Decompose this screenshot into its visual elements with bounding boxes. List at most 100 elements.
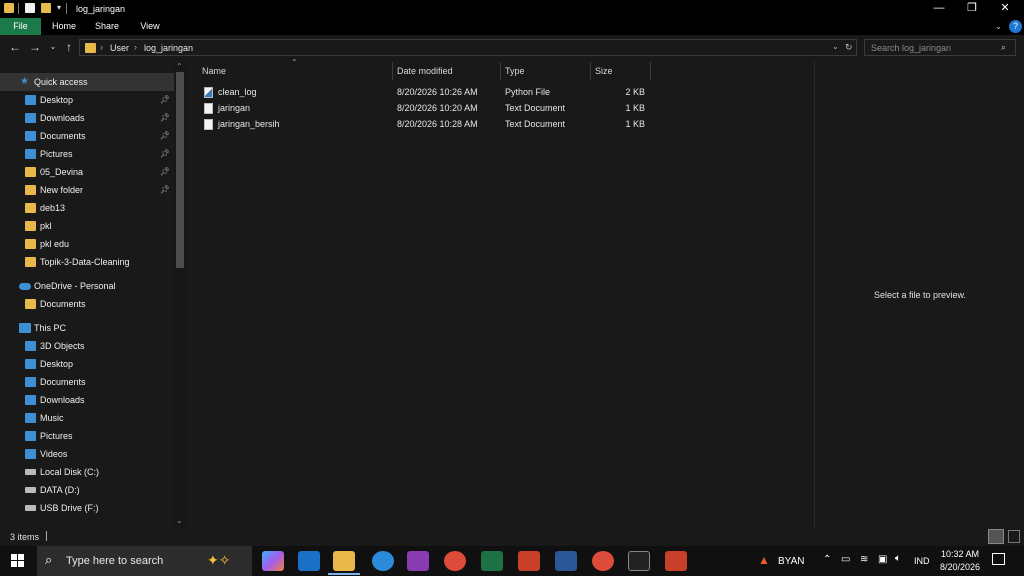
sidebar-item-topik-3-data-cleaning[interactable]: Topik-3-Data-Cleaning	[0, 253, 174, 271]
file-name[interactable]: clean_log	[218, 84, 257, 100]
sidebar-item-pictures[interactable]: Pictures	[0, 427, 174, 445]
column-header-name[interactable]: Name	[202, 62, 226, 80]
sidebar-item-downloads[interactable]: Downloads	[0, 391, 174, 409]
minimize-button[interactable]: —	[922, 0, 956, 18]
wifi-icon[interactable]: ≋	[860, 554, 868, 565]
volume-icon[interactable]: 🔈︎	[895, 553, 901, 564]
tab-file[interactable]: File	[0, 18, 41, 35]
breadcrumb-user[interactable]: User	[110, 43, 129, 53]
sidebar-item-this-pc[interactable]: This PC	[0, 319, 174, 337]
excel-icon[interactable]	[481, 551, 503, 571]
divider	[46, 531, 47, 541]
powerpoint-icon[interactable]	[518, 551, 540, 571]
sidebar-item-onedrive-documents[interactable]: Documents	[0, 295, 174, 313]
chevron-right-icon[interactable]: ›	[100, 42, 103, 52]
help-icon[interactable]: ?	[1009, 20, 1022, 33]
sidebar-item-data-d[interactable]: DATA (D:)	[0, 481, 174, 499]
sidebar-item-pkl-edu[interactable]: pkl edu	[0, 235, 174, 253]
sidebar-item-desktop[interactable]: Desktop	[0, 355, 174, 373]
expand-ribbon-icon[interactable]: ⌄	[995, 22, 1002, 31]
recent-locations-icon[interactable]: ⌄	[46, 40, 60, 54]
user-app-icon[interactable]: ▲	[758, 553, 770, 567]
column-header-date-modified[interactable]: Date modified	[397, 62, 453, 80]
file-explorer-icon[interactable]	[333, 551, 355, 571]
file-name[interactable]: jaringan_bersih	[218, 116, 280, 132]
sidebar-item-pictures[interactable]: Pictures 📌︎	[0, 145, 174, 163]
sidebar-item-desktop[interactable]: Desktop 📌︎	[0, 91, 174, 109]
tab-view[interactable]: View	[131, 18, 169, 35]
table-row[interactable]: jaringan 8/20/2026 10:20 AM Text Document 1…	[190, 100, 660, 116]
sidebar-item-usb-drive-f[interactable]: USB Drive (F:)	[0, 499, 174, 517]
sidebar-item-local-disk-c[interactable]: Local Disk (C:)	[0, 463, 174, 481]
pin-icon[interactable]: 📌︎	[160, 91, 170, 109]
restore-button[interactable]: ❐	[955, 0, 989, 18]
table-row[interactable]: clean_log 8/20/2026 10:26 AM Python File 2 …	[190, 84, 660, 100]
mail-icon[interactable]	[298, 551, 320, 571]
new-folder-icon[interactable]	[41, 3, 51, 13]
sidebar-item-documents[interactable]: Documents	[0, 373, 174, 391]
forward-arrow-icon[interactable]: →	[28, 40, 42, 54]
pin-icon[interactable]: 📌︎	[160, 181, 170, 199]
sidebar-item-music[interactable]: Music	[0, 409, 174, 427]
chrome-icon[interactable]	[444, 551, 466, 571]
large-icons-view-icon[interactable]	[1008, 530, 1020, 543]
sidebar-item-3d-objects[interactable]: 3D Objects	[0, 337, 174, 355]
terminal-icon[interactable]	[628, 551, 650, 571]
tab-home[interactable]: Home	[45, 18, 83, 35]
sidebar-item-new-folder[interactable]: New folder 📌︎	[0, 181, 174, 199]
winrar-icon[interactable]	[407, 551, 429, 571]
battery-icon[interactable]: ▭	[841, 554, 850, 565]
column-header-size[interactable]: Size	[595, 62, 613, 80]
properties-icon[interactable]	[25, 3, 35, 13]
app-icon[interactable]	[665, 551, 687, 571]
network-icon[interactable]: ▣	[878, 554, 887, 565]
sidebar-item-deb13[interactable]: deb13	[0, 199, 174, 217]
table-row[interactable]: jaringan_bersih 8/20/2026 10:28 AM Text Do…	[190, 116, 660, 132]
pin-icon[interactable]: 📌︎	[160, 109, 170, 127]
back-arrow-icon[interactable]: ←	[8, 40, 22, 54]
close-button[interactable]: ✕	[988, 0, 1022, 18]
edge-icon[interactable]	[372, 551, 394, 571]
chrome-profile-icon[interactable]	[592, 551, 614, 571]
scroll-up-icon[interactable]: ⌃	[176, 62, 183, 71]
customize-quick-access-icon[interactable]: ▾	[57, 3, 61, 12]
search-input[interactable]: Search log_jaringan ⌕	[864, 39, 1016, 56]
word-icon[interactable]	[555, 551, 577, 571]
column-header-type[interactable]: Type	[505, 62, 525, 80]
copilot-icon[interactable]	[262, 551, 284, 571]
pictures-icon	[25, 149, 36, 159]
scrollbar-thumb[interactable]	[176, 72, 184, 268]
sidebar-item-documents[interactable]: Documents 📌︎	[0, 127, 174, 145]
taskbar-user[interactable]: BYAN	[778, 556, 805, 567]
clock-date[interactable]: 8/20/2026	[940, 562, 980, 572]
sidebar-item-onedrive[interactable]: OneDrive - Personal	[0, 277, 174, 295]
windows-start-icon[interactable]	[11, 554, 24, 567]
chevron-right-icon[interactable]: ›	[134, 42, 137, 52]
scroll-down-icon[interactable]: ⌄	[176, 516, 183, 525]
notification-icon[interactable]	[992, 553, 1005, 565]
taskbar-search-input[interactable]: ⌕ Type here to search ✦✧	[37, 546, 252, 576]
column-divider[interactable]	[650, 62, 651, 80]
breadcrumb-log-jaringan[interactable]: log_jaringan	[144, 43, 193, 53]
language-indicator[interactable]: IND	[914, 556, 930, 566]
file-name[interactable]: jaringan	[218, 100, 250, 116]
column-divider[interactable]	[392, 62, 393, 80]
pin-icon[interactable]: 📌︎	[160, 127, 170, 145]
column-divider[interactable]	[590, 62, 591, 80]
address-history-icon[interactable]: ⌄	[832, 42, 839, 51]
show-hidden-icons-icon[interactable]: ⌃	[823, 554, 831, 565]
pin-icon[interactable]: 📌︎	[160, 145, 170, 163]
address-bar[interactable]: › User › log_jaringan ⌄ ↻	[79, 39, 857, 56]
clock-time[interactable]: 10:32 AM	[941, 549, 979, 559]
up-arrow-icon[interactable]: ↑	[62, 40, 76, 54]
refresh-icon[interactable]: ↻	[845, 42, 853, 53]
column-divider[interactable]	[500, 62, 501, 80]
sidebar-item-downloads[interactable]: Downloads 📌︎	[0, 109, 174, 127]
sidebar-item-05-devina[interactable]: 05_Devina 📌︎	[0, 163, 174, 181]
sidebar-item-pkl[interactable]: pkl	[0, 217, 174, 235]
pin-icon[interactable]: 📌︎	[160, 163, 170, 181]
details-view-icon[interactable]	[988, 529, 1004, 544]
tab-share[interactable]: Share	[88, 18, 126, 35]
sidebar-item-videos[interactable]: Videos	[0, 445, 174, 463]
sidebar-item-quick-access[interactable]: ★ Quick access	[0, 73, 174, 91]
